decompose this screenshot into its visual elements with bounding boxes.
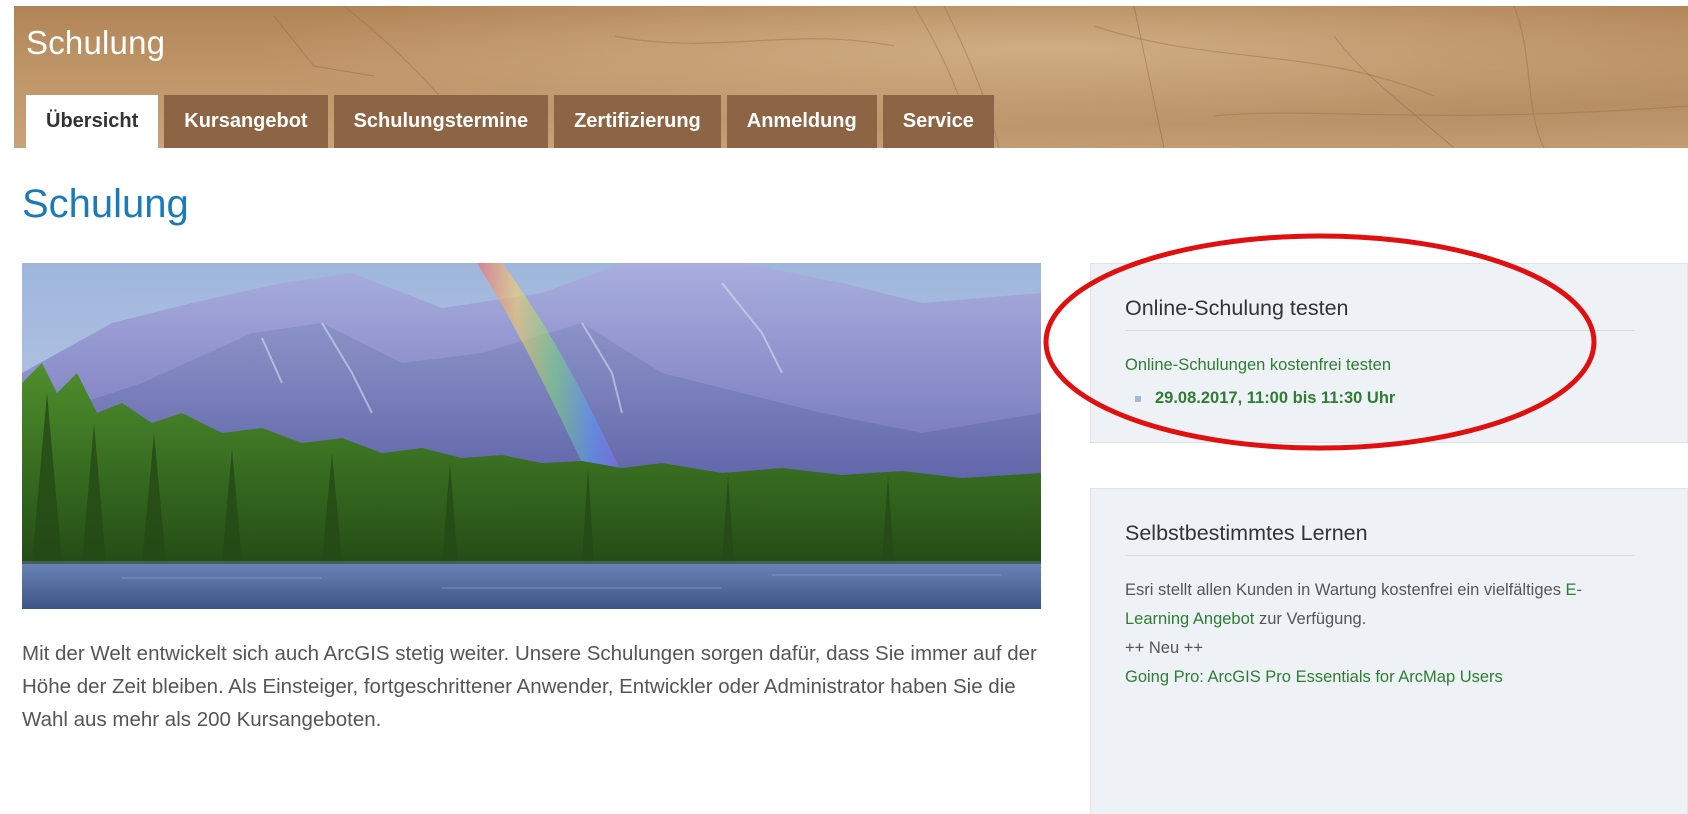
divider <box>1125 330 1635 331</box>
main-navigation: Übersicht Kursangebot Schulungstermine Z… <box>26 95 1000 148</box>
self-learning-box: Selbstbestimmtes Lernen Esri stellt alle… <box>1090 488 1688 814</box>
self-learning-text-part: Esri stellt allen Kunden in Wartung kost… <box>1125 581 1566 599</box>
tab-uebersicht[interactable]: Übersicht <box>26 95 159 148</box>
bullet-icon <box>1135 395 1141 402</box>
intro-text: Mit der Welt entwickelt sich auch ArcGIS… <box>22 642 1037 731</box>
self-learning-title: Selbstbestimmtes Lernen <box>1125 521 1368 545</box>
tab-kursangebot[interactable]: Kursangebot <box>164 95 328 148</box>
online-training-link[interactable]: Online-Schulungen kostenfrei testen <box>1125 356 1391 375</box>
hero-image <box>22 263 1041 609</box>
tab-anmeldung[interactable]: Anmeldung <box>726 95 877 148</box>
online-training-box: Online-Schulung testen Online-Schulungen… <box>1090 263 1688 443</box>
self-learning-text-part: zur Verfügung. <box>1254 610 1367 628</box>
tab-schulungstermine[interactable]: Schulungstermine <box>333 95 549 148</box>
self-learning-text: Esri stellt allen Kunden in Wartung kost… <box>1125 576 1585 692</box>
site-header: Schulung Übersicht Kursangebot Schulungs… <box>14 6 1688 148</box>
divider <box>1125 555 1635 556</box>
going-pro-course-link[interactable]: Going Pro: ArcGIS Pro Essentials for Arc… <box>1125 668 1503 686</box>
tab-service[interactable]: Service <box>882 95 994 148</box>
new-label: ++ Neu ++ <box>1125 639 1203 657</box>
site-title[interactable]: Schulung <box>26 24 165 62</box>
mountain-landscape-image <box>22 263 1041 609</box>
page-title: Schulung <box>22 182 189 226</box>
tab-zertifizierung[interactable]: Zertifizierung <box>554 95 721 148</box>
online-training-title: Online-Schulung testen <box>1125 296 1349 320</box>
training-date-item: 29.08.2017, 11:00 bis 11:30 Uhr <box>1135 389 1395 408</box>
training-date-link[interactable]: 29.08.2017, 11:00 bis 11:30 Uhr <box>1155 389 1395 408</box>
